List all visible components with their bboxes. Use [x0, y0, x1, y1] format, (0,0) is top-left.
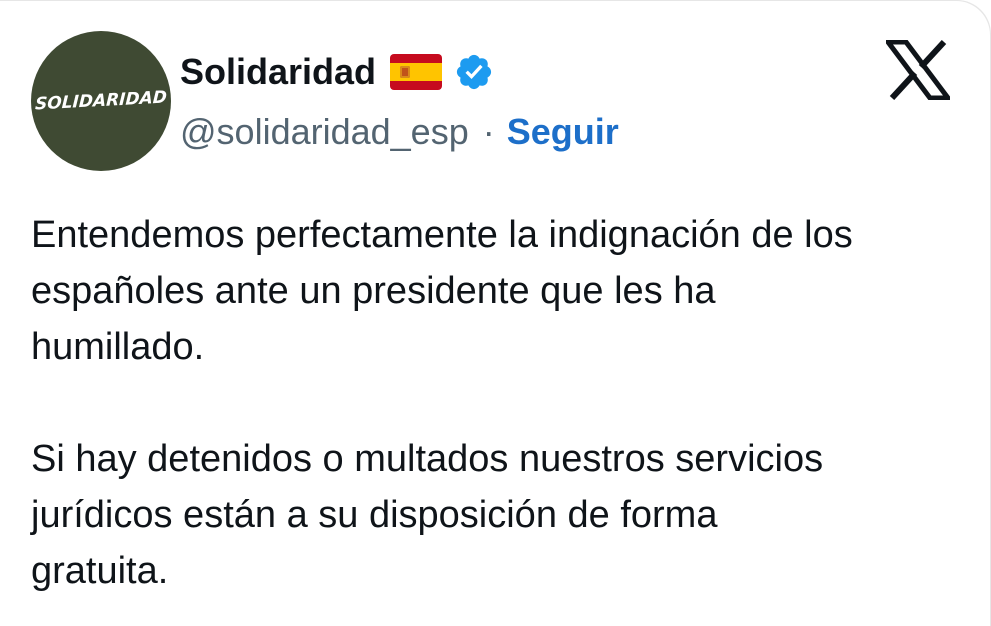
verified-badge-icon — [452, 50, 496, 94]
follow-button[interactable]: Seguir — [507, 111, 619, 153]
separator-dot: · — [482, 111, 495, 152]
tweet-paragraph-2: Si hay detenidos o multados nuestros ser… — [31, 438, 824, 592]
avatar[interactable]: SOLIDARIDAD — [31, 31, 171, 171]
tweet-card: SOLIDARIDAD Solidaridad @solidaridad_esp… — [0, 0, 991, 626]
spain-flag-icon — [390, 54, 443, 90]
author-handle-row: @solidaridad_esp · Seguir — [180, 107, 619, 157]
author-name-row: Solidaridad — [180, 45, 496, 99]
tweet-text: Entendemos perfectamente la indignación … — [31, 207, 961, 599]
tweet-paragraph-1: Entendemos perfectamente la indignación … — [31, 214, 853, 368]
author-display-name[interactable]: Solidaridad — [180, 45, 376, 99]
x-logo-icon[interactable] — [883, 39, 953, 101]
author-handle[interactable]: @solidaridad_esp — [180, 111, 469, 153]
avatar-logo-text: SOLIDARIDAD — [34, 87, 168, 115]
